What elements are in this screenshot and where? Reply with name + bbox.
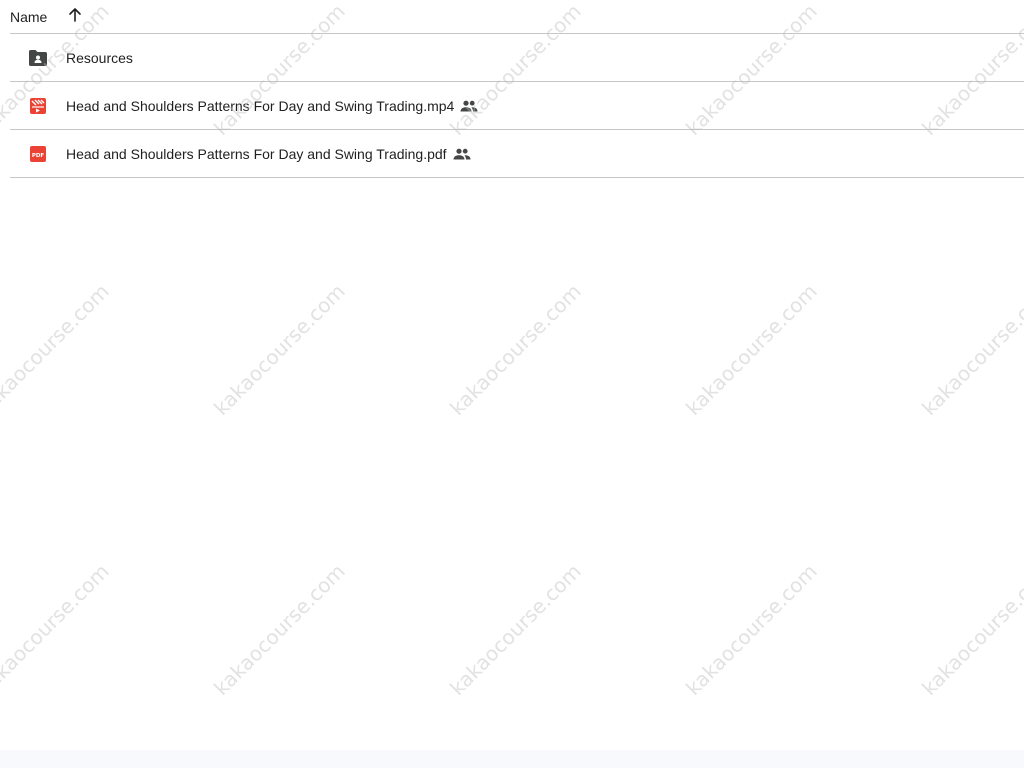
watermark-text: kakaocourse.com [445, 559, 586, 700]
sort-direction-button[interactable] [64, 4, 86, 26]
arrow-up-icon [69, 7, 82, 22]
video-file-icon [28, 96, 48, 116]
watermark-text: kakaocourse.com [681, 279, 822, 420]
file-row-video[interactable]: Head and Shoulders Patterns For Day and … [10, 82, 1024, 130]
watermark-text: kakaocourse.com [209, 279, 350, 420]
list-header: Name [10, 0, 1024, 34]
pdf-file-icon: PDF [28, 144, 48, 164]
watermark-text: kakaocourse.com [445, 279, 586, 420]
file-row-resources[interactable]: Resources [10, 34, 1024, 82]
watermark-text: kakaocourse.com [917, 559, 1024, 700]
drive-file-browser: Name Resources Head and Shoulders Patter… [0, 0, 1024, 768]
watermark-text: kakaocourse.com [209, 559, 350, 700]
watermark-text: kakaocourse.com [681, 559, 822, 700]
file-name: Head and Shoulders Patterns For Day and … [66, 145, 447, 162]
people-icon [460, 97, 478, 115]
watermark-text: kakaocourse.com [917, 279, 1024, 420]
file-name: Head and Shoulders Patterns For Day and … [66, 97, 455, 114]
watermark-text: kakaocourse.com [0, 559, 114, 700]
watermark-text: kakaocourse.com [0, 279, 114, 420]
name-column-header[interactable]: Name [10, 9, 47, 25]
shared-folder-icon [28, 48, 48, 68]
bottom-strip [0, 750, 1024, 768]
people-icon [453, 145, 471, 163]
file-name: Resources [66, 49, 133, 66]
file-list: Name Resources Head and Shoulders Patter… [10, 0, 1024, 178]
file-row-pdf[interactable]: PDF Head and Shoulders Patterns For Day … [10, 130, 1024, 178]
svg-text:PDF: PDF [32, 152, 45, 158]
